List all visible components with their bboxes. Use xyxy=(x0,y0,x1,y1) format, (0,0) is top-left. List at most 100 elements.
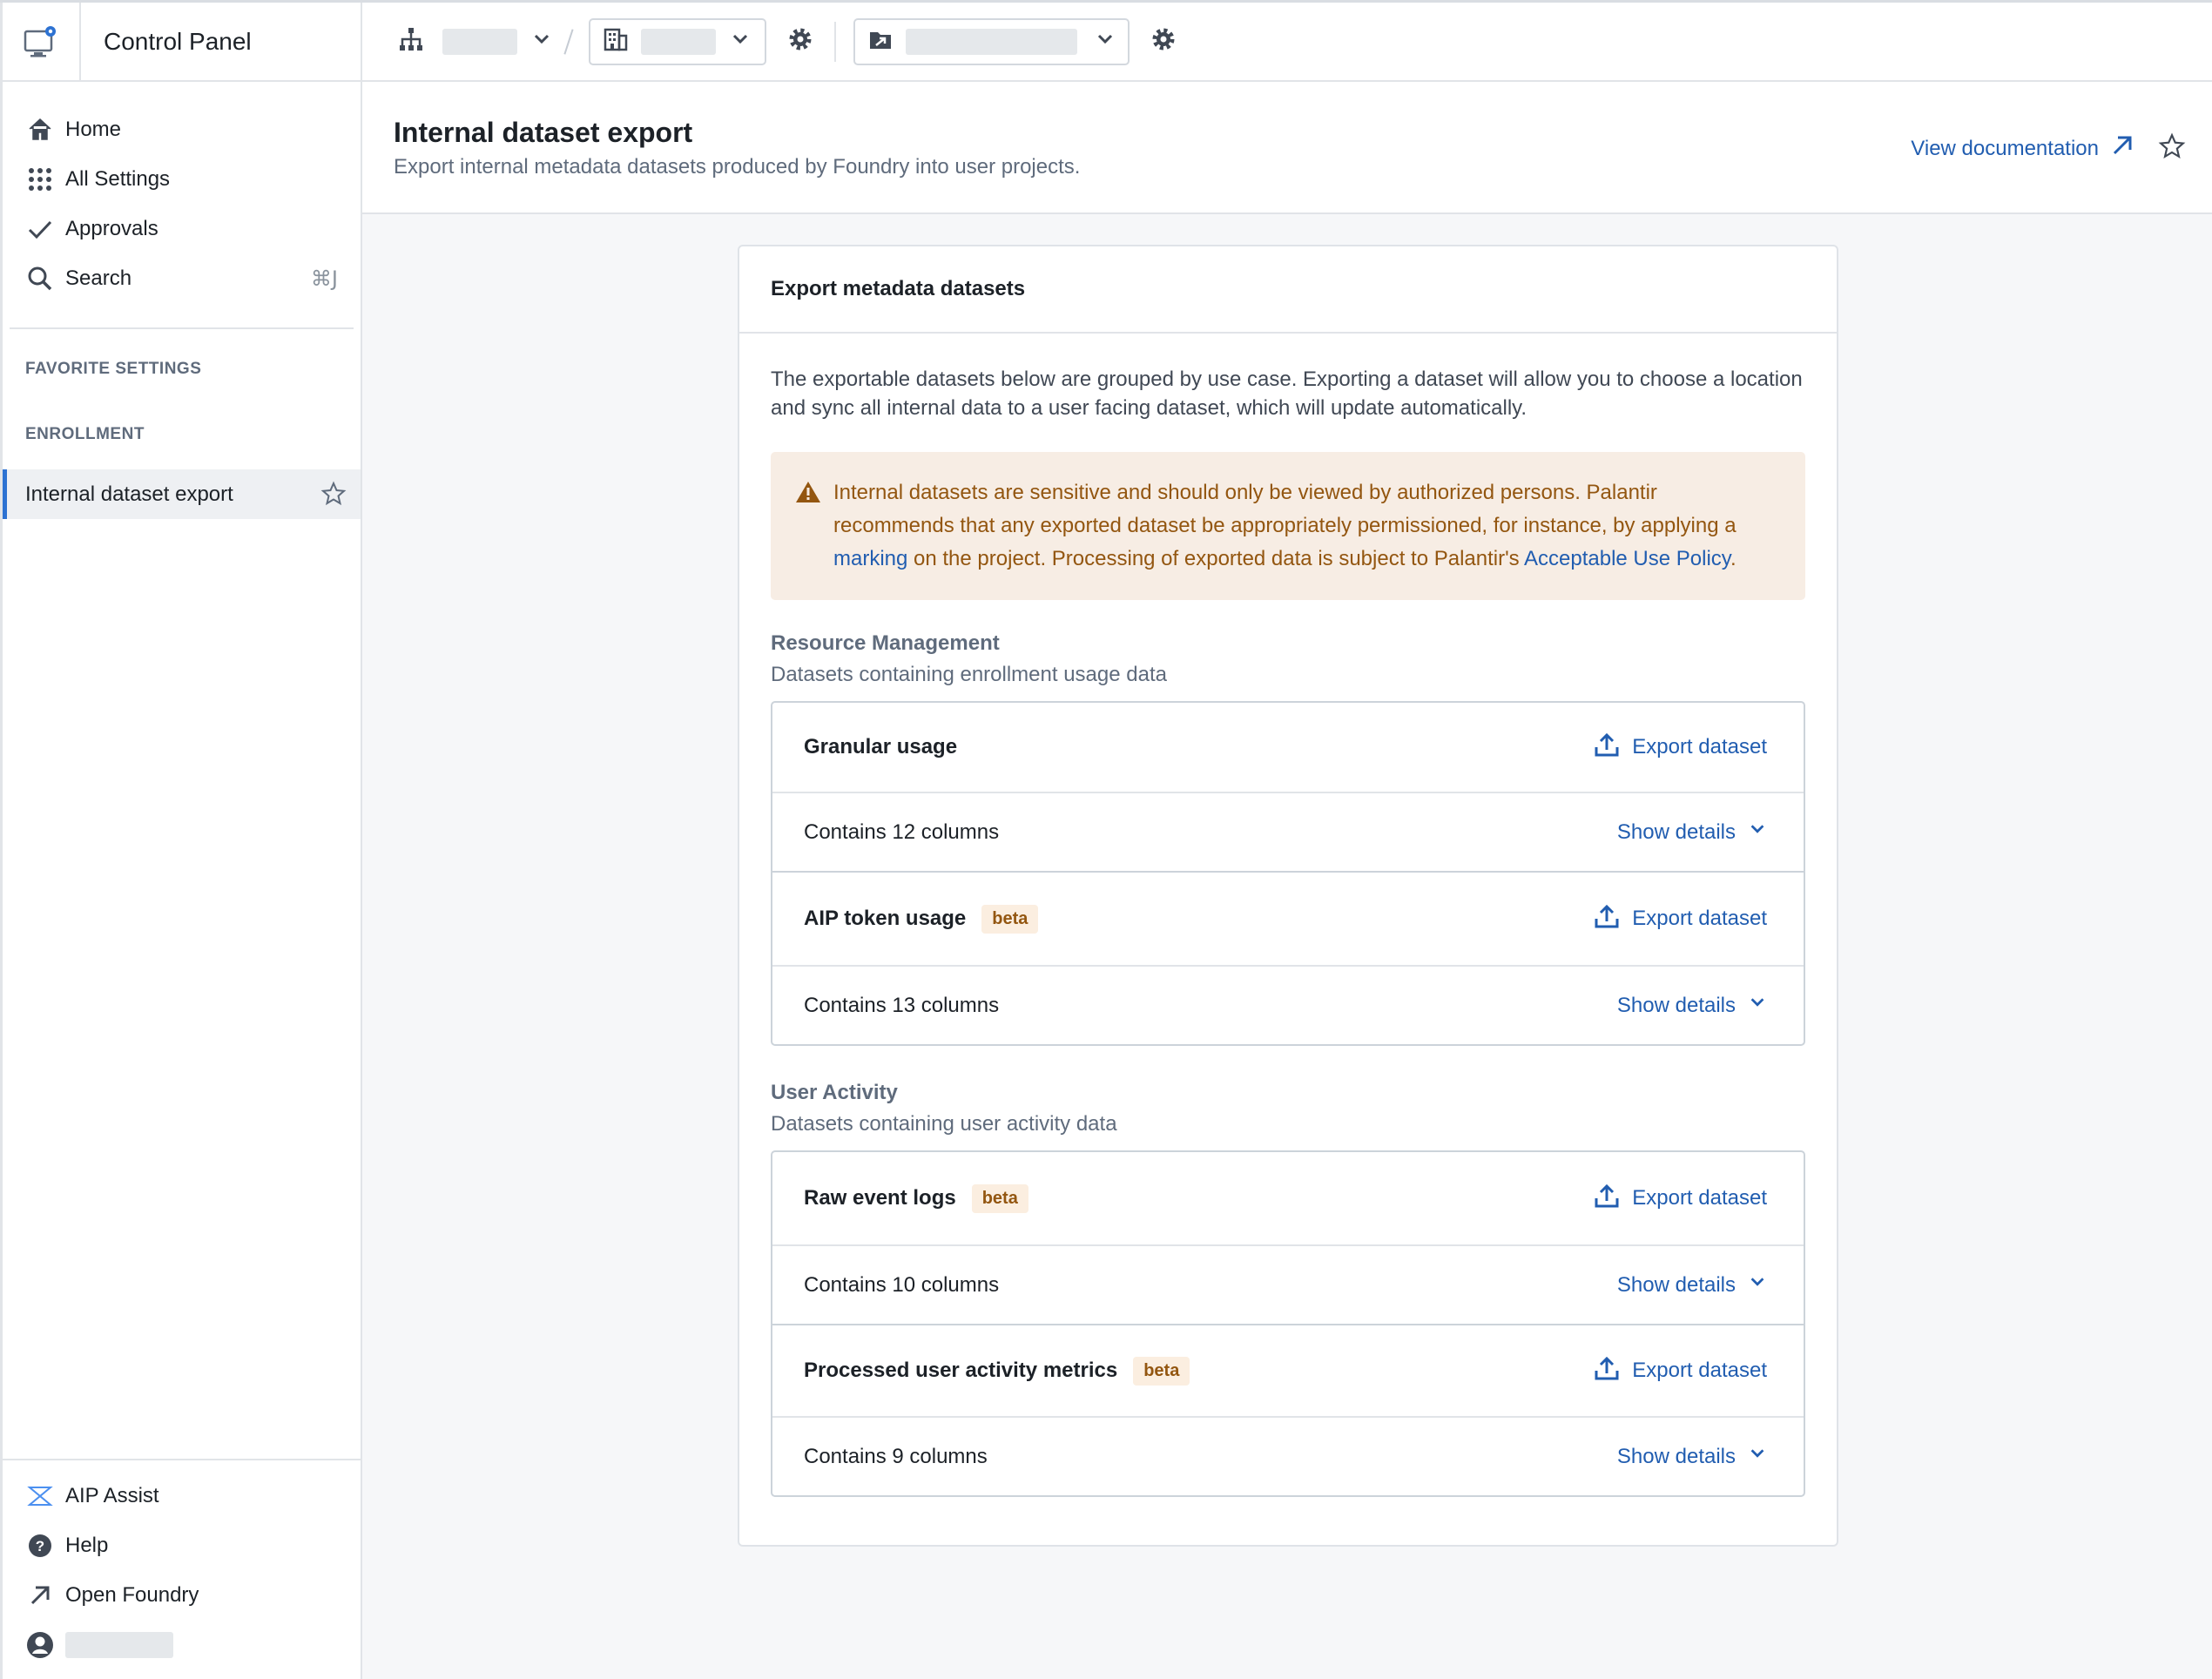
upload-icon xyxy=(1594,903,1620,935)
card-intro: The exportable datasets below are groupe… xyxy=(771,367,1803,420)
show-details-button[interactable]: Show details xyxy=(1617,1272,1767,1298)
user-name-placeholder xyxy=(65,1631,173,1658)
org-selector[interactable] xyxy=(397,25,552,57)
upload-icon xyxy=(1594,732,1620,764)
chevron-down-icon xyxy=(1095,29,1116,54)
check-icon xyxy=(25,214,55,244)
show-details-button[interactable]: Show details xyxy=(1617,993,1767,1018)
enrollment-selector[interactable] xyxy=(589,17,766,65)
export-dataset-label: Export dataset xyxy=(1632,1186,1767,1210)
dataset-columns-count: Contains 12 columns xyxy=(804,819,1000,844)
folder-icon xyxy=(867,26,894,57)
view-documentation-label: View documentation xyxy=(1911,136,2099,160)
warning-text-2: on the project. Processing of exported d… xyxy=(907,547,1525,570)
dataset-name: Raw event logs xyxy=(804,1186,956,1210)
acceptable-use-policy-link[interactable]: Acceptable Use Policy xyxy=(1524,547,1730,570)
building-icon xyxy=(603,26,629,57)
sidebar-item-label: Help xyxy=(65,1533,109,1557)
grid-icon xyxy=(25,165,55,194)
card-body: The exportable datasets below are groupe… xyxy=(739,334,1837,1497)
avatar-icon xyxy=(25,1630,55,1660)
sidebar-item-approvals[interactable]: Approvals xyxy=(3,204,361,253)
upload-icon xyxy=(1594,1183,1620,1215)
show-details-button[interactable]: Show details xyxy=(1617,819,1767,845)
warning-callout: Internal datasets are sensitive and shou… xyxy=(771,452,1805,600)
sidebar-item-help[interactable]: ? Help xyxy=(3,1521,361,1570)
dataset-details-row: Contains 12 columns Show details xyxy=(772,793,1804,871)
sidebar-item-aip-assist[interactable]: AIP Assist xyxy=(3,1471,361,1521)
dataset-name: AIP token usage xyxy=(804,907,967,930)
sidebar-item-label: Open Foundry xyxy=(65,1582,199,1607)
group-subtitle: Datasets containing enrollment usage dat… xyxy=(771,663,1167,686)
favorite-star-icon[interactable] xyxy=(2158,132,2186,165)
app-window: Control Panel Home All Settings Approval… xyxy=(0,0,2212,1679)
search-icon xyxy=(25,264,55,293)
upload-icon xyxy=(1594,1355,1620,1387)
toolbar-divider xyxy=(834,21,836,62)
sidebar-item-label: Search xyxy=(65,266,132,290)
app-title: Control Panel xyxy=(104,27,252,55)
chevron-down-icon xyxy=(1748,819,1767,845)
aip-assist-icon xyxy=(25,1481,55,1511)
sidebar-item-all-settings[interactable]: All Settings xyxy=(3,154,361,204)
sidebar-item-home[interactable]: Home xyxy=(3,105,361,154)
gear-icon[interactable] xyxy=(786,24,815,58)
hierarchy-icon xyxy=(397,25,425,57)
chevron-down-icon xyxy=(730,29,751,54)
warning-text-1: Internal datasets are sensitive and shou… xyxy=(833,481,1737,537)
show-details-label: Show details xyxy=(1616,1272,1736,1297)
help-icon: ? xyxy=(25,1531,55,1561)
top-bar xyxy=(362,3,2212,82)
group-title: User Activity xyxy=(771,1081,898,1104)
export-dataset-button[interactable]: Export dataset xyxy=(1594,1183,1767,1215)
dataset-columns-count: Contains 13 columns xyxy=(804,993,1000,1017)
export-dataset-button[interactable]: Export dataset xyxy=(1594,1355,1767,1387)
sidebar-item-label: Internal dataset export xyxy=(25,482,233,506)
sidebar-item-open-foundry[interactable]: Open Foundry xyxy=(3,1570,361,1620)
home-icon xyxy=(25,115,55,145)
show-details-button[interactable]: Show details xyxy=(1617,1444,1767,1469)
sidebar-item-label: Approvals xyxy=(65,216,158,240)
sidebar-item-search[interactable]: Search ⌘J xyxy=(3,253,361,303)
export-dataset-button[interactable]: Export dataset xyxy=(1594,903,1767,935)
svg-text:?: ? xyxy=(36,1538,44,1554)
view-documentation-link[interactable]: View documentation xyxy=(1911,134,2134,163)
sidebar: Control Panel Home All Settings Approval… xyxy=(0,3,362,1679)
dataset-list: Granular usage Export dataset Contains 1… xyxy=(771,701,1805,1046)
sidebar-item-label: AIP Assist xyxy=(65,1483,159,1507)
dataset-details-row: Contains 9 columns Show details xyxy=(772,1418,1804,1495)
enrollment-label: ENROLLMENT xyxy=(25,425,145,443)
marking-link[interactable]: marking xyxy=(833,547,907,570)
enrollment-name-placeholder xyxy=(641,28,716,55)
beta-badge: beta xyxy=(981,904,1039,934)
sidebar-divider xyxy=(10,327,354,329)
beta-badge: beta xyxy=(971,1183,1028,1213)
show-details-label: Show details xyxy=(1616,819,1736,844)
favorite-star-icon[interactable] xyxy=(320,481,347,513)
page-title: Internal dataset export xyxy=(394,117,693,148)
export-dataset-label: Export dataset xyxy=(1632,907,1767,930)
show-details-label: Show details xyxy=(1616,1444,1736,1468)
sidebar-nav: Home All Settings Approvals Search ⌘J xyxy=(3,82,361,303)
gear-icon[interactable] xyxy=(1149,24,1178,58)
control-panel-logo-icon[interactable] xyxy=(3,3,81,80)
chevron-down-icon xyxy=(531,29,552,54)
breadcrumb-separator xyxy=(563,28,574,55)
dataset-columns-count: Contains 10 columns xyxy=(804,1272,1000,1297)
sidebar-item-user[interactable] xyxy=(3,1620,361,1669)
export-card: Export metadata datasets The exportable … xyxy=(738,245,1838,1547)
project-selector[interactable] xyxy=(853,17,1130,65)
chevron-down-icon xyxy=(1748,1272,1767,1298)
page-subtitle: Export internal metadata datasets produc… xyxy=(394,155,1081,179)
brand-header: Control Panel xyxy=(3,3,361,82)
dataset-row: Raw event logs beta Export dataset xyxy=(772,1152,1804,1246)
export-dataset-button[interactable]: Export dataset xyxy=(1594,732,1767,764)
card-title: Export metadata datasets xyxy=(739,246,1837,334)
sidebar-item-label: Home xyxy=(65,117,122,141)
beta-badge: beta xyxy=(1133,1356,1190,1386)
chevron-down-icon xyxy=(1748,1444,1767,1469)
group-subtitle: Datasets containing user activity data xyxy=(771,1112,1117,1136)
favorite-settings-label: FAVORITE SETTINGS xyxy=(25,360,202,378)
page-header: Internal dataset export Export internal … xyxy=(362,82,2212,214)
sidebar-item-internal-dataset-export[interactable]: Internal dataset export xyxy=(3,469,361,519)
